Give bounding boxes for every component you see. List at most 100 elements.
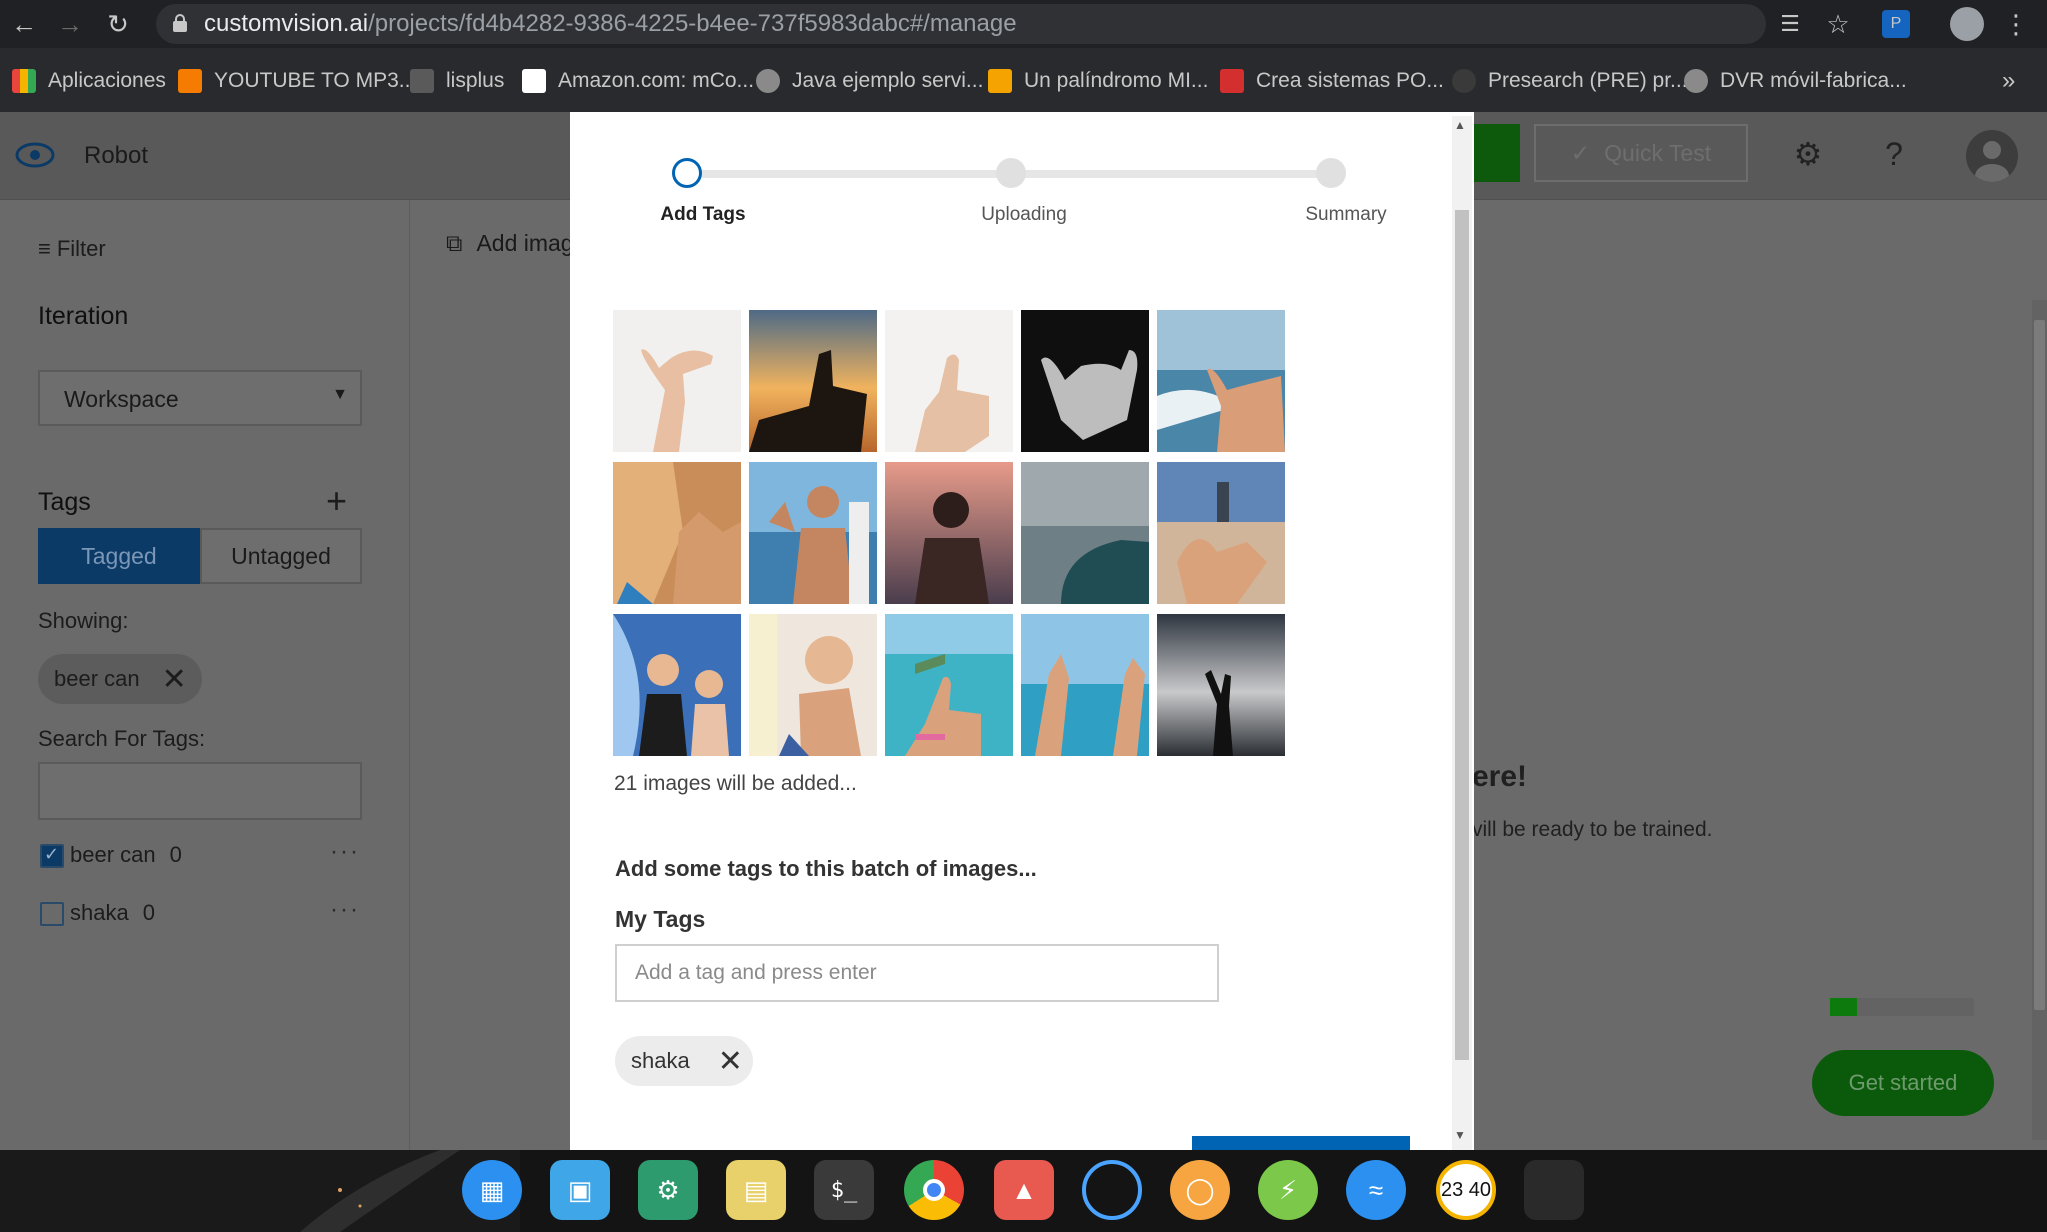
- bookmark-presearch[interactable]: Presearch (PRE) pr...: [1452, 66, 1688, 96]
- bookmark-crea-sistemas[interactable]: Crea sistemas PO...: [1220, 66, 1444, 96]
- add-images-button[interactable]: ⧉ Add imag: [446, 230, 574, 257]
- step-dot-uploading: [996, 158, 1026, 188]
- clock-app-icon[interactable]: [1082, 1160, 1142, 1220]
- wallpaper-fragment: [0, 1150, 520, 1232]
- taskbar-clock[interactable]: 23 40: [1436, 1160, 1496, 1220]
- tab-tagged[interactable]: Tagged: [38, 528, 200, 584]
- check-icon: ✓: [44, 844, 60, 864]
- bookmark-youtube-to-mp3[interactable]: YOUTUBE TO MP3...: [178, 66, 416, 96]
- avatar[interactable]: [1966, 130, 2018, 182]
- image-thumbnail: [1157, 462, 1285, 604]
- filter-icon: ≡: [38, 236, 51, 261]
- chrome-center-icon: [923, 1179, 945, 1201]
- quick-test-button[interactable]: ✓ Quick Test: [1534, 124, 1748, 182]
- more-bookmarks-icon[interactable]: »: [2002, 66, 2015, 96]
- add-tag-icon[interactable]: +: [326, 480, 347, 522]
- trash-icon[interactable]: [1524, 1160, 1584, 1220]
- image-viewer-icon[interactable]: ▲: [994, 1160, 1054, 1220]
- bookmark-java-ejemplo[interactable]: Java ejemplo servi...: [756, 66, 983, 96]
- os-taskbar: ▦ ▣ ⚙ ▤ $_ ▲ ◯ ⚡ ≈ 23 40: [0, 1150, 2047, 1232]
- step-label-summary: Summary: [1305, 204, 1387, 225]
- wifi-icon[interactable]: ≈: [1346, 1160, 1406, 1220]
- tag-checkbox-beer-can[interactable]: ✓: [40, 844, 64, 868]
- globe-icon: [756, 69, 780, 93]
- tag-item-beer-can[interactable]: beer can 0: [70, 842, 182, 868]
- extension-icon[interactable]: P: [1882, 10, 1910, 38]
- image-thumbnail: [613, 310, 741, 452]
- step-label-uploading: Uploading: [981, 204, 1067, 225]
- bookmark-label: Java ejemplo servi...: [792, 69, 984, 92]
- upload-button[interactable]: [1192, 1136, 1410, 1150]
- scroll-up-icon[interactable]: ▲: [1454, 118, 1466, 132]
- launcher-icon[interactable]: ▦: [462, 1160, 522, 1220]
- image-thumbnail: [885, 614, 1013, 756]
- added-tag-chip: shaka ✕: [615, 1036, 753, 1086]
- more-options-icon[interactable]: ···: [330, 838, 360, 866]
- iteration-select[interactable]: Workspace ▼: [38, 370, 362, 426]
- bookmark-favicon-icon: [178, 69, 202, 93]
- terminal-icon[interactable]: $_: [814, 1160, 874, 1220]
- chrome-icon[interactable]: [904, 1160, 964, 1220]
- bookmark-dvr-movil[interactable]: DVR móvil-fabrica...: [1684, 66, 1907, 96]
- empty-state-subtext: vill be ready to be trained.: [1472, 818, 1713, 841]
- image-thumbnail: [749, 614, 877, 756]
- image-thumbnail: [1021, 310, 1149, 452]
- menu-kebab-icon[interactable]: ⋮: [2000, 8, 2032, 40]
- bookmark-lisplus[interactable]: lisplus: [410, 66, 504, 96]
- help-icon[interactable]: ?: [1874, 134, 1914, 174]
- image-thumbnail: [1021, 462, 1149, 604]
- star-icon[interactable]: ☆: [1822, 8, 1854, 40]
- tag-name: shaka: [70, 900, 129, 925]
- globe-icon: [1684, 69, 1708, 93]
- tags-prompt-text: Add some tags to this batch of images...: [615, 856, 1037, 881]
- gear-icon[interactable]: ⚙: [1788, 134, 1828, 174]
- user-icon: [1975, 141, 2009, 182]
- power-icon[interactable]: ⚡: [1258, 1160, 1318, 1220]
- tag-input[interactable]: [615, 944, 1219, 1002]
- bookmark-aplicaciones[interactable]: Aplicaciones: [12, 66, 166, 96]
- add-images-label: Add imag: [476, 230, 574, 256]
- tab-untagged[interactable]: Untagged: [200, 528, 362, 584]
- scroll-down-icon[interactable]: ▼: [1454, 1128, 1466, 1142]
- quick-test-label: Quick Test: [1604, 139, 1712, 166]
- dialog-scrollbar-thumb[interactable]: [1455, 210, 1469, 1060]
- close-icon[interactable]: ✕: [718, 1044, 743, 1079]
- bookmark-favicon-icon: [410, 69, 434, 93]
- bookmark-palindromo[interactable]: Un palíndromo MI...: [988, 66, 1208, 96]
- more-options-icon[interactable]: ···: [330, 896, 360, 924]
- reload-icon[interactable]: ↻: [100, 6, 136, 42]
- chat-icon[interactable]: ◯: [1170, 1160, 1230, 1220]
- bookmark-favicon-icon: [1220, 69, 1244, 93]
- progress-fill: [1830, 998, 1858, 1016]
- lock-icon: [173, 14, 187, 32]
- translate-icon[interactable]: ☰: [1774, 8, 1806, 40]
- stackoverflow-icon: [988, 69, 1012, 93]
- image-thumbnail: [749, 310, 877, 452]
- bookmark-label: Aplicaciones: [48, 69, 166, 92]
- page-scrollbar-thumb[interactable]: [2034, 320, 2045, 1010]
- search-tags-input[interactable]: [38, 762, 362, 820]
- bookmark-label: Presearch (PRE) pr...: [1488, 69, 1688, 92]
- forward-icon[interactable]: →: [52, 6, 88, 42]
- files-icon[interactable]: ▣: [550, 1160, 610, 1220]
- tag-checkbox-shaka[interactable]: [40, 902, 64, 926]
- add-image-icon: ⧉: [446, 230, 463, 256]
- tag-item-shaka[interactable]: shaka 0: [70, 900, 155, 926]
- project-name[interactable]: Robot: [84, 142, 148, 170]
- bookmark-label: lisplus: [446, 69, 505, 92]
- amazon-icon: [522, 69, 546, 93]
- back-icon[interactable]: ←: [6, 6, 42, 42]
- images-count-text: 21 images will be added...: [614, 772, 857, 795]
- filter-button[interactable]: ≡ Filter: [38, 236, 106, 262]
- bookmark-amazon[interactable]: Amazon.com: mCo...: [522, 66, 754, 96]
- apps-grid-icon: [12, 69, 36, 93]
- progress-bar: [1830, 998, 1974, 1016]
- showing-label: Showing:: [38, 608, 129, 633]
- get-started-button[interactable]: Get started: [1812, 1050, 1994, 1116]
- bookmark-label: DVR móvil-fabrica...: [1720, 69, 1907, 92]
- train-button[interactable]: [1468, 124, 1520, 182]
- profile-avatar-icon[interactable]: [1950, 7, 1984, 41]
- settings-icon[interactable]: ⚙: [638, 1160, 698, 1220]
- archive-icon[interactable]: ▤: [726, 1160, 786, 1220]
- close-icon[interactable]: ✕: [162, 662, 187, 697]
